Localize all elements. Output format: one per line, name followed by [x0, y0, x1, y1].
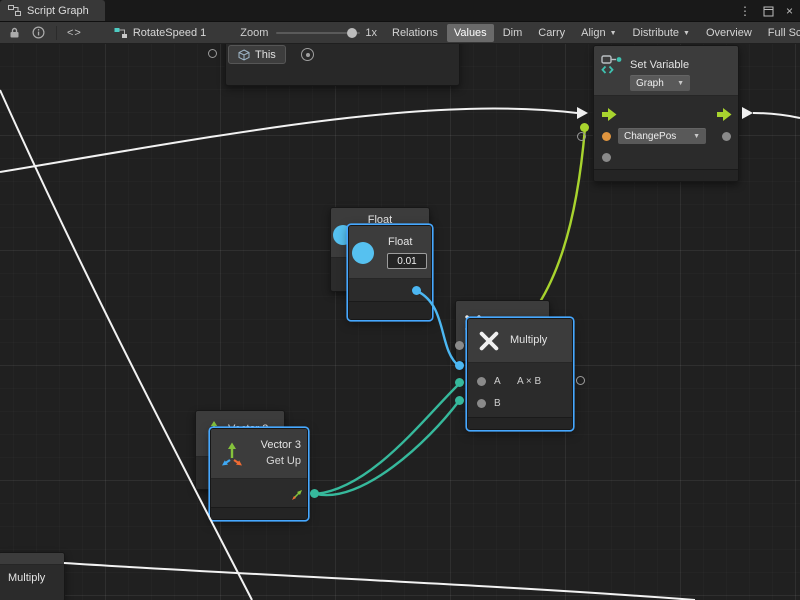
- node-header: Float: [349, 226, 431, 279]
- node-subtitle: Get Up: [249, 455, 301, 467]
- node-title: Float: [388, 236, 412, 248]
- script-graph-icon: [8, 5, 21, 16]
- code-icon[interactable]: <>: [67, 27, 82, 39]
- multiply-input-a-wire-port[interactable]: [455, 361, 464, 370]
- vector3-output-port[interactable]: [310, 489, 319, 498]
- zoom-label: Zoom: [240, 27, 268, 39]
- node-title: Vector 3: [249, 439, 301, 451]
- multiply-output-port[interactable]: [576, 376, 585, 385]
- distribute-button[interactable]: Distribute ▼: [626, 24, 697, 42]
- wire-bottom: [64, 563, 695, 600]
- lock-icon[interactable]: [8, 26, 21, 39]
- toolbar-buttons: Relations Values Dim Carry Align ▼ Distri…: [384, 22, 800, 44]
- variable-kind-dropdown[interactable]: Graph ▼: [630, 75, 690, 91]
- vector3-mini-icon: [290, 488, 304, 502]
- layout-icon[interactable]: [763, 6, 774, 17]
- node-header: [0, 553, 64, 565]
- node-header: Multiply: [468, 319, 572, 363]
- flow-output-port[interactable]: [717, 108, 732, 121]
- carry-button[interactable]: Carry: [531, 24, 572, 42]
- node-vector3[interactable]: Vector 3 Get Up: [210, 428, 308, 520]
- node-footer: [468, 417, 572, 429]
- wire-vector3-to-multiply-b: [316, 401, 459, 495]
- node-title: Float: [331, 208, 429, 226]
- multiply-input-b-wire-port[interactable]: [455, 396, 464, 405]
- set-variable-connected-port[interactable]: [580, 123, 589, 132]
- wire-flow-into-set-variable: [0, 109, 577, 172]
- overview-button[interactable]: Overview: [699, 24, 759, 42]
- node-title: Multiply: [8, 572, 45, 584]
- wire-flow-out-of-set-variable: [753, 113, 800, 118]
- kebab-menu-icon[interactable]: ⋮: [739, 4, 751, 18]
- align-button[interactable]: Align ▼: [574, 24, 623, 42]
- tab-script-graph[interactable]: Script Graph: [0, 0, 105, 21]
- distribute-label: Distribute: [633, 27, 679, 39]
- zoom-slider[interactable]: [276, 26, 360, 40]
- flow-input-port[interactable]: [602, 108, 617, 121]
- this-label: This: [255, 49, 276, 61]
- float-icon: [352, 242, 374, 264]
- output-label: A × B: [517, 376, 541, 387]
- window-controls: ⋮ ×: [739, 0, 793, 22]
- node-multiply-partial[interactable]: Multiply: [0, 552, 65, 600]
- wire-vector3-to-multiply-a: [316, 384, 459, 494]
- zoom-slider-handle[interactable]: [347, 28, 357, 38]
- node-this[interactable]: This: [228, 45, 286, 64]
- cube-icon: [238, 49, 250, 61]
- node-multiply[interactable]: Multiply A A × B B: [467, 318, 573, 430]
- info-icon[interactable]: [32, 26, 45, 39]
- input-b-label: B: [494, 398, 501, 409]
- object-picker-icon[interactable]: [301, 48, 314, 61]
- chevron-down-icon: ▼: [610, 30, 617, 37]
- set-variable-external-port[interactable]: [577, 132, 586, 141]
- toolbar-separator: [56, 26, 57, 40]
- node-header: Vector 3 Get Up: [211, 429, 307, 479]
- values-button[interactable]: Values: [447, 24, 494, 42]
- chevron-down-icon: ▼: [683, 30, 690, 37]
- multiply-icon: [478, 330, 500, 352]
- node-title: Multiply: [510, 334, 547, 346]
- graph-toolbar: <> RotateSpeed 1 Zoom 1x Relations Value…: [0, 22, 800, 44]
- node-footer: [349, 301, 431, 319]
- variable-name-dropdown[interactable]: ChangePos ▼: [618, 128, 706, 144]
- set-variable-output-port[interactable]: [722, 132, 731, 141]
- float-output-port[interactable]: [412, 286, 421, 295]
- tab-label: Script Graph: [27, 5, 89, 17]
- variable-name-port[interactable]: [602, 132, 611, 141]
- this-output-port[interactable]: [208, 49, 217, 58]
- fullscreen-button[interactable]: Full Screen: [761, 24, 800, 42]
- chevron-down-icon: ▼: [677, 80, 684, 87]
- close-icon[interactable]: ×: [786, 4, 793, 18]
- chevron-down-icon: ▼: [693, 133, 700, 140]
- set-variable-value-port[interactable]: [602, 153, 611, 162]
- float-value-input[interactable]: [387, 253, 427, 269]
- set-variable-icon: [600, 53, 624, 77]
- graph-canvas[interactable]: This Set Variable Graph ▼ ChangePos ▼: [0, 44, 800, 600]
- asset-name: RotateSpeed 1: [133, 27, 206, 39]
- node-footer: [594, 169, 738, 181]
- node-title: Set Variable: [630, 59, 689, 71]
- node-float[interactable]: Float: [348, 225, 432, 320]
- flow-wire-arrow-in: [577, 107, 588, 119]
- flow-wire-arrow-out: [742, 107, 753, 119]
- relations-button[interactable]: Relations: [385, 24, 445, 42]
- input-a-label: A: [494, 376, 501, 387]
- node-set-variable[interactable]: Set Variable Graph ▼ ChangePos ▼: [593, 45, 739, 182]
- graph-asset-icon: [114, 27, 128, 39]
- variable-kind-value: Graph: [636, 78, 664, 89]
- multiply-wire-port[interactable]: [455, 378, 464, 387]
- multiply-back-input-port[interactable]: [455, 341, 464, 350]
- titlebar: Script Graph ⋮ ×: [0, 0, 800, 22]
- dim-button[interactable]: Dim: [496, 24, 530, 42]
- zoom-value: 1x: [365, 27, 377, 39]
- align-label: Align: [581, 27, 605, 39]
- vector3-get-up-icon: [218, 440, 246, 468]
- node-footer: [211, 507, 307, 519]
- variable-name-value: ChangePos: [624, 131, 676, 142]
- input-b-port[interactable]: [477, 399, 486, 408]
- input-a-port[interactable]: [477, 377, 486, 386]
- node-header: Set Variable Graph ▼: [594, 46, 738, 96]
- wire-left-diagonal: [0, 90, 252, 600]
